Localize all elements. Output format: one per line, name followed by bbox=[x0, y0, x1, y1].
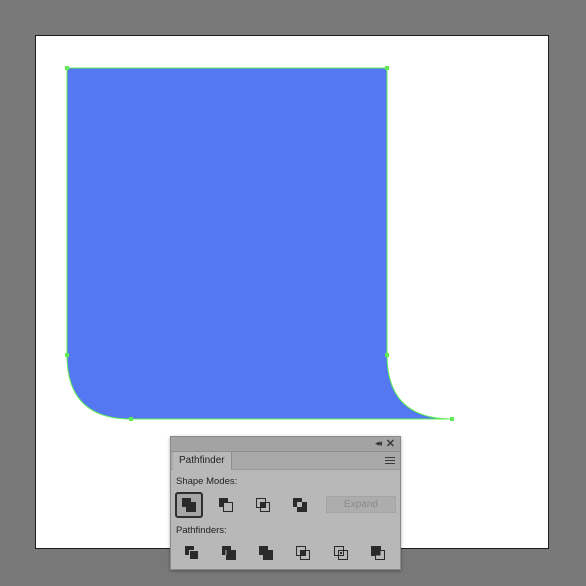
pathfinder-panel: ◂◂ ✕ Pathfinder Shape Modes: Expand Path… bbox=[170, 436, 401, 570]
anchor-point[interactable] bbox=[385, 353, 389, 357]
unite-icon bbox=[182, 498, 196, 512]
minus-front-icon bbox=[219, 498, 233, 512]
expand-button[interactable]: Expand bbox=[326, 496, 396, 513]
close-icon[interactable]: ✕ bbox=[386, 437, 395, 450]
divide-button[interactable] bbox=[181, 542, 203, 564]
anchor-point[interactable] bbox=[385, 66, 389, 70]
exclude-icon bbox=[293, 498, 307, 512]
outline-icon bbox=[334, 546, 348, 560]
unite-button[interactable] bbox=[175, 492, 203, 518]
pathfinders-label: Pathfinders: bbox=[176, 525, 227, 536]
tab-pathfinder[interactable]: Pathfinder bbox=[173, 452, 232, 470]
crop-button[interactable] bbox=[292, 542, 314, 564]
divide-icon bbox=[185, 546, 199, 560]
intersect-button[interactable] bbox=[252, 494, 274, 516]
crop-icon bbox=[296, 546, 310, 560]
shape-modes-label: Shape Modes: bbox=[176, 476, 238, 487]
intersect-icon bbox=[256, 498, 270, 512]
panel-menu-icon[interactable] bbox=[385, 457, 395, 465]
collapse-icon[interactable]: ◂◂ bbox=[375, 438, 382, 449]
anchor-point[interactable] bbox=[65, 353, 69, 357]
panel-titlebar[interactable]: ◂◂ ✕ bbox=[171, 437, 400, 452]
anchor-point[interactable] bbox=[65, 66, 69, 70]
merge-icon bbox=[259, 546, 273, 560]
selected-shape[interactable] bbox=[66, 67, 453, 420]
trim-icon bbox=[222, 546, 236, 560]
minus-front-button[interactable] bbox=[215, 494, 237, 516]
merge-button[interactable] bbox=[255, 542, 277, 564]
panel-tabbar: Pathfinder bbox=[171, 452, 400, 470]
minus-back-icon bbox=[371, 546, 385, 560]
anchor-point[interactable] bbox=[129, 417, 133, 421]
outline-button[interactable] bbox=[330, 542, 352, 564]
trim-button[interactable] bbox=[218, 542, 240, 564]
minus-back-button[interactable] bbox=[367, 542, 389, 564]
anchor-point[interactable] bbox=[450, 417, 454, 421]
exclude-button[interactable] bbox=[289, 494, 311, 516]
